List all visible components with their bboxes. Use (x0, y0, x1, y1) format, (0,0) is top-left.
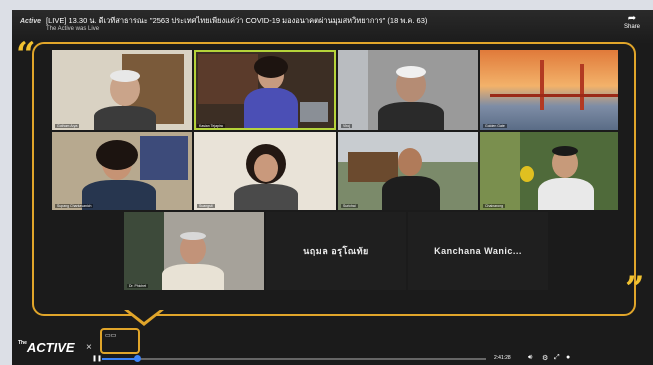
progress-bar[interactable] (102, 355, 486, 362)
participant-tile[interactable]: Viroj (338, 50, 478, 130)
participant-body (538, 178, 594, 210)
participant-name: Golden Gate (483, 124, 507, 128)
hair (254, 56, 288, 78)
participant-tile[interactable]: Suangsit (194, 132, 336, 210)
brand-text: ACTIVE (26, 340, 75, 355)
participant-tile[interactable]: Surichai (338, 132, 478, 210)
curtain (338, 50, 368, 130)
participant-tile[interactable]: Supang Chantavanich (52, 132, 192, 210)
partner-logo-icon: ▭▭ (105, 333, 117, 339)
share-icon: ➦ (627, 13, 637, 24)
time-display: 2:41:28 (494, 355, 511, 361)
participant-name: Kanchana Wanic... (434, 246, 522, 256)
participant-tile-active-speaker[interactable]: Kasian Tejapira (194, 50, 336, 130)
hair (396, 66, 426, 78)
bridge-tower (580, 64, 584, 110)
participant-head (398, 148, 422, 176)
pause-icon[interactable]: ❚❚ (92, 355, 102, 362)
participant-tile[interactable]: Chainarong (480, 132, 618, 210)
participant-name: Viroj (341, 124, 352, 128)
participant-name: Dr. Phichet (127, 284, 149, 288)
binders (140, 136, 188, 180)
participant-body (382, 176, 440, 210)
times-separator: × (86, 342, 92, 353)
participant-body (94, 106, 156, 130)
participant-name: Surichai (341, 204, 358, 208)
channel-logo[interactable]: Active (20, 18, 41, 25)
title-bar: Active [LIVE] 13.30 น. ดีเวทีสาธารณะ "25… (12, 10, 653, 44)
hut (348, 152, 398, 182)
participant-name: Kasian Tejapira (197, 124, 225, 128)
close-quote-icon: ” (625, 269, 645, 309)
hair (552, 146, 578, 156)
participant-grid: Gothom Arya Kasian Tejapira Viroj Golden… (52, 50, 618, 290)
video-player[interactable]: Active [LIVE] 13.30 น. ดีเวทีสาธารณะ "25… (12, 10, 653, 365)
channel-name[interactable]: The Active was Live (46, 26, 99, 32)
plants (480, 132, 520, 210)
volume-icon[interactable]: 🔊︎ (528, 354, 532, 362)
bridge-deck (490, 94, 618, 97)
hair (180, 232, 206, 240)
participant-name: นฤมล อรุโณทัย (303, 246, 369, 256)
participant-name: Chainarong (483, 204, 506, 208)
participant-tile[interactable]: Golden Gate (480, 50, 618, 130)
face (254, 154, 278, 182)
hair (96, 140, 138, 170)
participant-name: Suangsit (197, 204, 215, 208)
participant-name: Gothom Arya (55, 124, 80, 128)
participant-name: Supang Chantavanich (55, 204, 94, 208)
participant-tile[interactable]: Gothom Arya (52, 50, 192, 130)
participant-body (234, 184, 298, 210)
open-quote-icon: “ (16, 35, 36, 75)
participant-body (162, 264, 224, 290)
bridge-tower (540, 60, 544, 110)
partner-logo: ▭▭ (100, 328, 140, 354)
participant-name-tile[interactable]: Kanchana Wanic... (408, 212, 548, 290)
participant-body (378, 102, 444, 130)
share-label: Share (623, 24, 640, 30)
brand-logo: TheACTIVE (18, 340, 75, 355)
progress-fill (102, 358, 137, 360)
progress-knob[interactable] (133, 355, 141, 362)
laptop (300, 102, 328, 122)
participant-body (244, 88, 298, 128)
window (124, 212, 164, 290)
brand-prefix: The (18, 340, 27, 346)
gear-icon[interactable]: ⚙ (542, 354, 548, 362)
bird (520, 166, 534, 182)
video-title[interactable]: [LIVE] 13.30 น. ดีเวทีสาธารณะ "2563 ประเ… (46, 15, 427, 27)
hair (110, 70, 140, 82)
player-controls: ❚❚ 2:41:28 🔊︎ ⚙ ⤢ ● (92, 354, 653, 365)
speech-bubble-tail-inner (127, 309, 161, 322)
fullscreen-icon[interactable]: ⤢ (554, 354, 560, 362)
participant-name-tile[interactable]: นฤมล อรุโณทัย (266, 212, 406, 290)
facebook-icon[interactable]: ● (566, 354, 570, 361)
participant-tile[interactable]: Dr. Phichet (124, 212, 264, 290)
share-button[interactable]: ➦ Share (617, 13, 647, 31)
